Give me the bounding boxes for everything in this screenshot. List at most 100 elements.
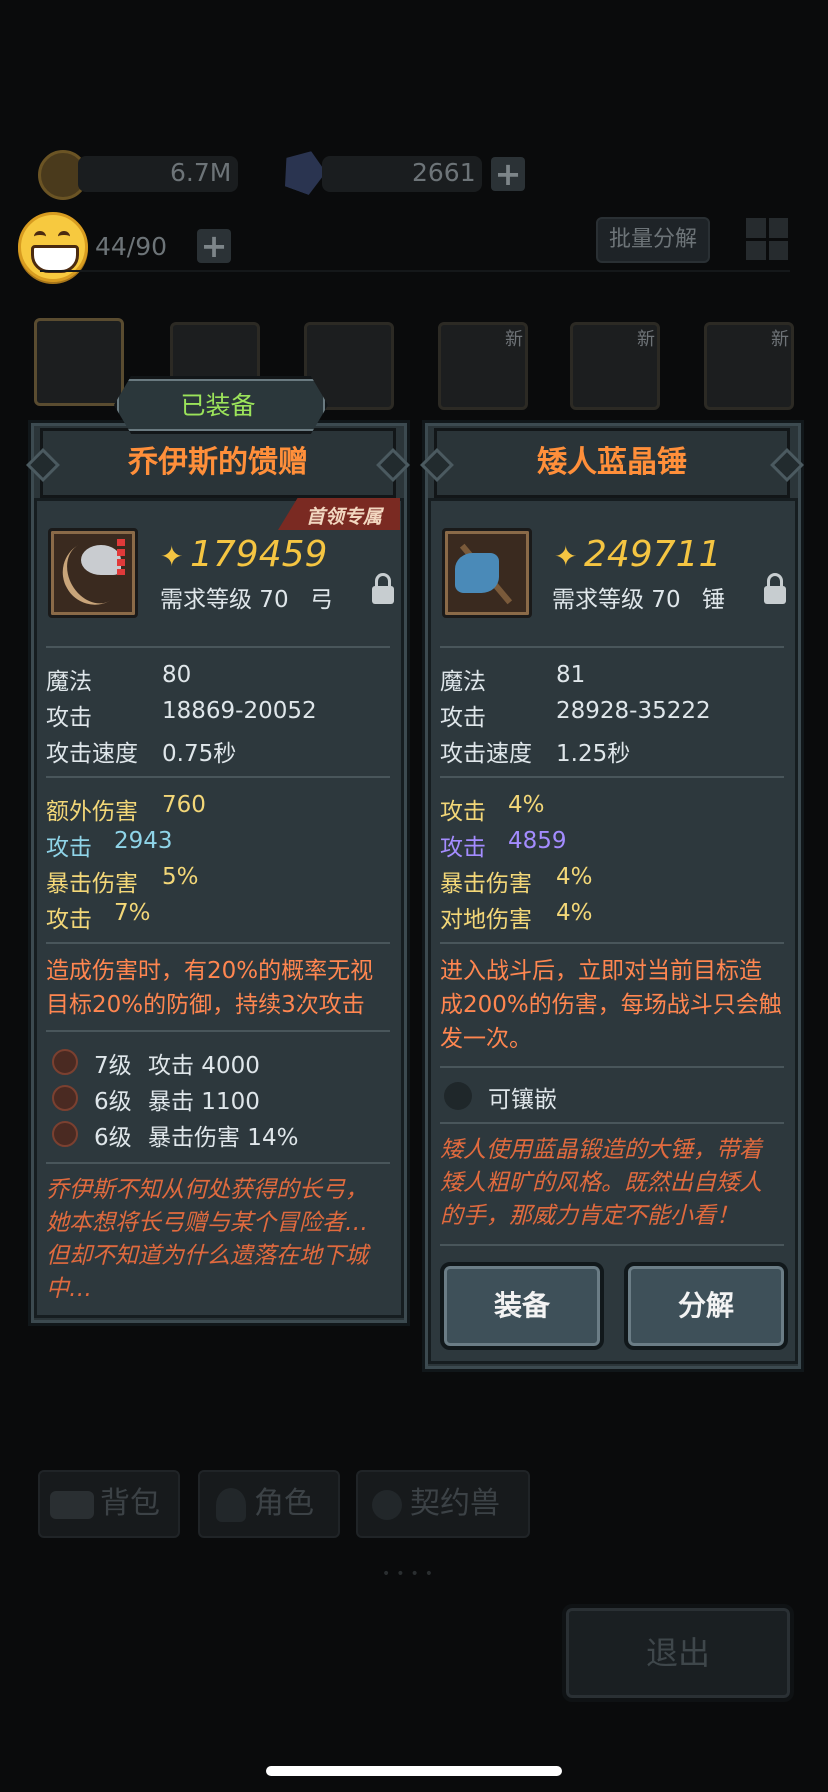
extra-stat-value: 5% bbox=[162, 864, 199, 890]
gem-level: 7级 bbox=[94, 1053, 132, 1079]
empty-socket-icon bbox=[444, 1082, 472, 1110]
equipped-item-requirement: 需求等级 70 bbox=[160, 587, 289, 613]
lock-icon[interactable] bbox=[764, 573, 786, 604]
stat-label: 攻击 bbox=[440, 705, 486, 731]
emoji-eye-left bbox=[34, 231, 46, 242]
bag-slot[interactable]: 新 bbox=[438, 322, 528, 410]
extra-stat-value: 4% bbox=[556, 864, 593, 890]
extra-stat-value: 4% bbox=[508, 792, 545, 818]
decompose-button[interactable]: 分解 bbox=[624, 1262, 788, 1350]
character-tab-icon bbox=[216, 1487, 246, 1522]
gem-icon bbox=[52, 1121, 78, 1147]
home-indicator bbox=[266, 1766, 562, 1776]
gem-stat: 暴击 1100 bbox=[148, 1089, 260, 1115]
extra-stat-value: 4859 bbox=[508, 828, 567, 854]
extra-stat-label: 暴击伤害 bbox=[46, 871, 138, 897]
emoji-eye-right bbox=[58, 231, 70, 242]
bag-tab-icon bbox=[50, 1490, 94, 1519]
divider bbox=[46, 942, 390, 944]
divider bbox=[440, 1066, 784, 1068]
batch-decompose-button[interactable]: 批量分解 bbox=[596, 217, 710, 263]
divider bbox=[46, 646, 390, 648]
tab-character[interactable]: 角色 bbox=[198, 1470, 340, 1538]
gem-level: 6级 bbox=[94, 1089, 132, 1115]
hammer-item-icon bbox=[442, 528, 532, 618]
stat-label: 攻击 bbox=[46, 705, 92, 731]
divider bbox=[440, 646, 784, 648]
stat-label: 攻击速度 bbox=[46, 741, 138, 767]
compare-item-power: 249711 bbox=[584, 534, 722, 575]
stat-value: 80 bbox=[162, 662, 192, 688]
gem-icon bbox=[52, 1049, 78, 1075]
extra-stat-value: 4% bbox=[556, 900, 593, 926]
boss-exclusive-label: 首领专属 bbox=[306, 506, 383, 528]
divider bbox=[46, 776, 390, 778]
longbow-item-icon bbox=[48, 528, 138, 618]
bow-gems bbox=[117, 539, 125, 575]
crystal-amount: 2661 bbox=[412, 158, 476, 187]
stat-value: 0.75秒 bbox=[162, 741, 237, 767]
exit-button[interactable]: 退出 bbox=[562, 1604, 794, 1702]
extra-stat-value: 760 bbox=[162, 792, 206, 818]
bow-feathers bbox=[81, 545, 121, 575]
tab-bag[interactable]: 背包 bbox=[38, 1470, 180, 1538]
stat-value: 28928-35222 bbox=[556, 698, 711, 724]
skill-description: 进入战斗后，立即对当前目标造成200%的伤害，每场战斗只会触发一次。 bbox=[440, 958, 782, 1052]
tab-bag-label: 背包 bbox=[100, 1486, 160, 1521]
socket-label: 可镶嵌 bbox=[488, 1087, 557, 1113]
equipped-item-power: 179459 bbox=[190, 534, 328, 575]
extra-stat-label: 攻击 bbox=[46, 907, 92, 933]
skill-description: 造成伤害时，有20%的概率无视目标20%的防御，持续3次攻击 bbox=[46, 958, 374, 1018]
stat-value: 81 bbox=[556, 662, 586, 688]
divider bbox=[440, 1244, 784, 1246]
equip-button[interactable]: 装备 bbox=[440, 1262, 604, 1350]
bag-slot[interactable]: 新 bbox=[570, 322, 660, 410]
divider bbox=[440, 942, 784, 944]
gem-icon bbox=[52, 1085, 78, 1111]
extra-stat-value: 2943 bbox=[114, 828, 173, 854]
extra-stat-label: 暴击伤害 bbox=[440, 871, 532, 897]
tab-pet[interactable]: 契约兽 bbox=[356, 1470, 530, 1538]
hammer-head bbox=[455, 553, 499, 593]
divider bbox=[46, 1030, 390, 1032]
gem-level: 6级 bbox=[94, 1125, 132, 1151]
compare-item-type: 锤 bbox=[702, 587, 725, 613]
extra-stat-label: 攻击 bbox=[440, 799, 486, 825]
divider bbox=[440, 1122, 784, 1124]
grid-view-icon[interactable] bbox=[746, 218, 788, 260]
extra-stat-value: 7% bbox=[114, 900, 151, 926]
equipped-tag-label: 已装备 bbox=[180, 391, 256, 420]
add-crystal-button[interactable]: + bbox=[491, 157, 525, 191]
paw-icon bbox=[372, 1489, 402, 1520]
tab-character-label: 角色 bbox=[254, 1486, 314, 1521]
power-icon: ✦ bbox=[554, 540, 578, 573]
extra-stat-label: 额外伤害 bbox=[46, 799, 138, 825]
flavor-text: 矮人使用蓝晶锻造的大锤，带着矮人粗旷的风格。既然出自矮人的手，那威力肯定不能小看… bbox=[440, 1137, 762, 1229]
divider bbox=[440, 776, 784, 778]
bag-count: 44/90 bbox=[95, 232, 168, 261]
bag-divider bbox=[40, 270, 790, 272]
stat-label: 魔法 bbox=[46, 669, 92, 695]
divider bbox=[46, 1162, 390, 1164]
power-icon: ✦ bbox=[160, 540, 184, 573]
stat-value: 18869-20052 bbox=[162, 698, 317, 724]
stat-value: 1.25秒 bbox=[556, 741, 631, 767]
extra-stat-label: 攻击 bbox=[46, 835, 92, 861]
equipped-item-type: 弓 bbox=[310, 587, 333, 613]
gem-stat: 暴击伤害 14% bbox=[148, 1125, 299, 1151]
expand-bag-button[interactable]: + bbox=[197, 229, 231, 263]
flavor-text: 乔伊斯不知从何处获得的长弓，她本想将长弓赠与某个冒险者…但却不知道为什么遗落在地… bbox=[46, 1177, 368, 1302]
compare-item-requirement: 需求等级 70 bbox=[552, 587, 681, 613]
tab-pet-label: 契约兽 bbox=[410, 1486, 500, 1521]
extra-stat-label: 攻击 bbox=[440, 835, 486, 861]
bag-slot[interactable]: 新 bbox=[704, 322, 794, 410]
lock-icon[interactable] bbox=[372, 573, 394, 604]
emoji-teeth bbox=[31, 245, 79, 273]
stat-label: 魔法 bbox=[440, 669, 486, 695]
page-dots: •••• bbox=[382, 1566, 440, 1582]
compare-item-title: 矮人蓝晶锤 bbox=[434, 428, 790, 498]
extra-stat-label: 对地伤害 bbox=[440, 907, 532, 933]
bag-slot[interactable] bbox=[34, 318, 124, 406]
coin-amount: 6.7M bbox=[170, 158, 232, 187]
equipped-item-title: 乔伊斯的馈赠 bbox=[40, 428, 396, 498]
